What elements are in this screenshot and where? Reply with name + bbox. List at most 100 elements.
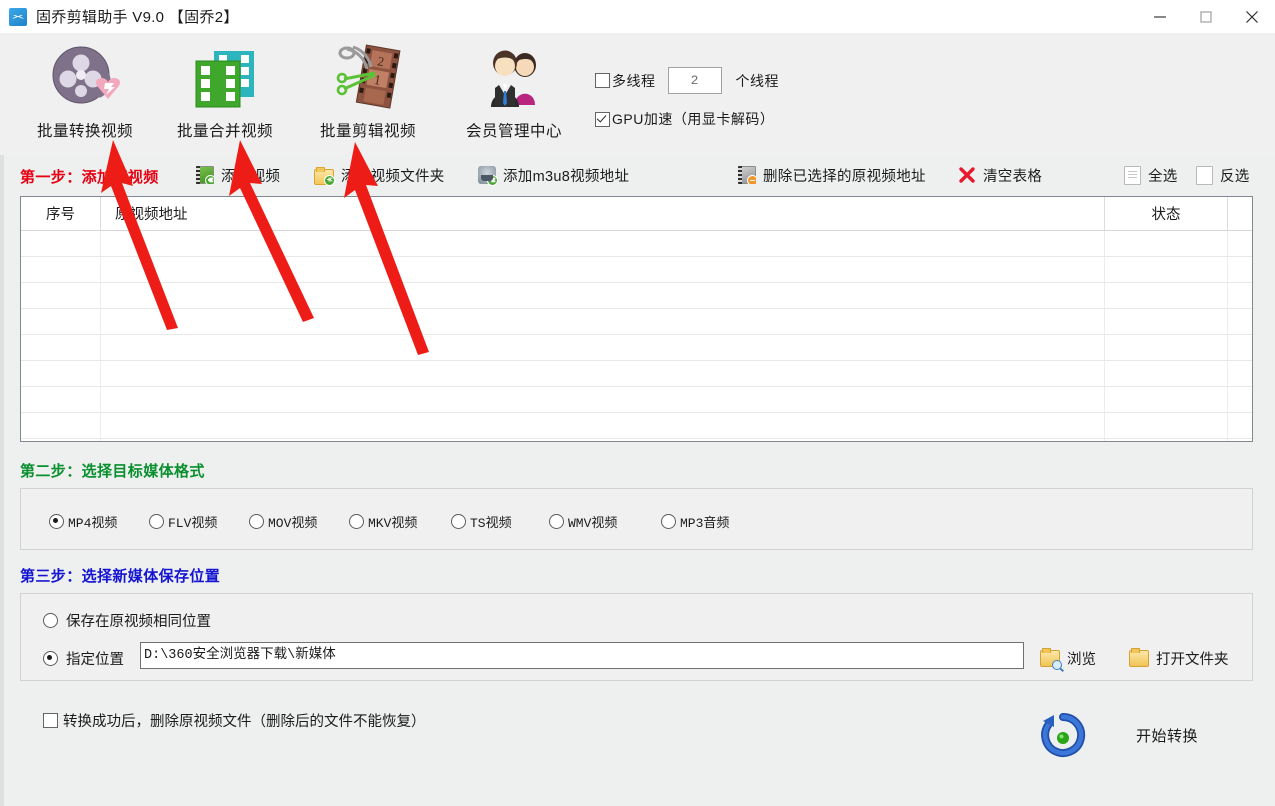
format-option-mp4[interactable]: MP4视频 [49, 512, 117, 531]
select-all-label: 全选 [1148, 165, 1178, 186]
browse-button[interactable]: 浏览 [1040, 648, 1096, 669]
save-same-location-option[interactable]: 保存在原视频相同位置 [43, 610, 211, 631]
table-row[interactable] [21, 439, 1252, 441]
step1-action-row: 添加视频 添加视频文件夹 添加m3u8视频地址 删除已选择的原视频地址 清空表格… [0, 161, 1275, 191]
format-group-box: MP4视频 FLV视频 MOV视频 MKV视频 TS视频 WMV视频 MP3音频 [20, 488, 1253, 550]
table-cell [1227, 335, 1252, 360]
add-folder-icon [314, 169, 334, 185]
delete-selected-label: 删除已选择的原视频地址 [763, 165, 926, 186]
table-header-status[interactable]: 状态 [1104, 197, 1227, 230]
table-header-spacer [1227, 197, 1252, 230]
toolbar-button-convert-video[interactable]: 批量转换视频 [20, 39, 150, 151]
format-option-wmv[interactable]: WMV视频 [549, 512, 617, 531]
table-cell [101, 413, 1104, 438]
minimize-button[interactable] [1137, 0, 1183, 33]
format-radio-mov[interactable] [249, 514, 264, 529]
table-row[interactable] [21, 335, 1252, 361]
add-folder-button[interactable]: 添加视频文件夹 [314, 161, 445, 189]
table-cell [1227, 309, 1252, 334]
close-button[interactable] [1229, 0, 1275, 33]
save-same-location-radio[interactable] [43, 613, 58, 628]
step3-title: 第三步：选择新媒体保存位置 [20, 565, 220, 586]
table-cell [1227, 361, 1252, 386]
gpu-row: GPU加速（用显卡解码） [595, 109, 774, 129]
add-video-label: 添加视频 [221, 165, 280, 186]
table-row[interactable] [21, 309, 1252, 335]
toolbar-button-edit-video[interactable]: 2 1 批量剪辑视频 [303, 39, 433, 151]
start-convert-button[interactable]: 开始转换 [1040, 712, 1198, 758]
format-radio-mkv[interactable] [349, 514, 364, 529]
format-option-mkv[interactable]: MKV视频 [349, 512, 417, 531]
select-all-icon [1124, 166, 1141, 185]
table-cell [101, 309, 1104, 334]
table-header-index[interactable]: 序号 [21, 197, 101, 230]
table-cell [101, 257, 1104, 282]
table-cell [21, 257, 101, 282]
clear-table-button[interactable]: 清空表格 [958, 161, 1042, 189]
format-label-mp3: MP3音频 [680, 512, 729, 531]
toolbar-label-edit-video: 批量剪辑视频 [320, 119, 416, 141]
format-radio-mp4[interactable] [49, 514, 64, 529]
table-cell [1104, 361, 1227, 386]
format-option-ts[interactable]: TS视频 [451, 512, 512, 531]
window-title: 固乔剪辑助手 V9.0 【固乔2】 [36, 6, 239, 27]
select-all-button[interactable]: 全选 [1124, 161, 1178, 189]
add-m3u8-icon [478, 166, 496, 184]
format-label-mkv: MKV视频 [368, 512, 417, 531]
table-cell [1227, 439, 1252, 441]
thread-count-input[interactable]: 2 [668, 67, 722, 94]
maximize-button[interactable] [1183, 0, 1229, 33]
table-cell [21, 413, 101, 438]
save-custom-location-label: 指定位置 [66, 648, 124, 669]
table-row[interactable] [21, 283, 1252, 309]
table-row[interactable] [21, 257, 1252, 283]
table-row[interactable] [21, 387, 1252, 413]
table-cell [101, 361, 1104, 386]
toolbar-button-members[interactable]: 会员管理中心 [449, 39, 579, 151]
multithread-checkbox[interactable] [595, 73, 610, 88]
delete-source-after-checkbox[interactable] [43, 713, 58, 728]
format-radio-ts[interactable] [451, 514, 466, 529]
table-row[interactable] [21, 413, 1252, 439]
delete-source-after-option[interactable]: 转换成功后，删除原视频文件（删除后的文件不能恢复） [43, 710, 426, 731]
folder-open-icon [1129, 650, 1149, 667]
video-list-table[interactable]: 序号 原视频地址 状态 [20, 196, 1253, 442]
save-path-input[interactable]: D:\360安全浏览器下载\新媒体 [140, 642, 1024, 669]
table-cell [1104, 283, 1227, 308]
table-cell [1104, 231, 1227, 256]
format-radio-mp3[interactable] [661, 514, 676, 529]
format-label-mov: MOV视频 [268, 512, 317, 531]
toolbar-label-members: 会员管理中心 [466, 119, 562, 141]
save-custom-location-radio[interactable] [43, 651, 58, 666]
invert-selection-button[interactable]: 反选 [1196, 161, 1250, 189]
title-bar: 固乔剪辑助手 V9.0 【固乔2】 [0, 0, 1275, 34]
folder-search-icon [1040, 650, 1060, 667]
table-row[interactable] [21, 361, 1252, 387]
gpu-accel-checkbox[interactable] [595, 112, 610, 127]
main-toolbar: 批量转换视频 批量合并视频 [0, 33, 1275, 155]
add-m3u8-button[interactable]: 添加m3u8视频地址 [478, 161, 629, 189]
multithread-row: 多线程 2 个线程 [595, 67, 779, 94]
table-cell [1104, 413, 1227, 438]
format-option-mov[interactable]: MOV视频 [249, 512, 317, 531]
table-cell [1227, 257, 1252, 282]
invert-selection-icon [1196, 166, 1213, 185]
format-radio-wmv[interactable] [549, 514, 564, 529]
table-row[interactable] [21, 231, 1252, 257]
table-cell [1104, 439, 1227, 441]
table-cell [1227, 231, 1252, 256]
add-video-button[interactable]: 添加视频 [196, 161, 280, 189]
open-folder-button[interactable]: 打开文件夹 [1129, 648, 1229, 669]
format-option-mp3[interactable]: MP3音频 [661, 512, 729, 531]
members-icon [477, 39, 551, 117]
delete-selected-button[interactable]: 删除已选择的原视频地址 [738, 161, 926, 189]
app-logo-icon [9, 8, 27, 26]
format-option-flv[interactable]: FLV视频 [149, 512, 217, 531]
film-reel-convert-icon [48, 39, 122, 117]
format-label-wmv: WMV视频 [568, 512, 617, 531]
merge-filmstrips-icon [188, 39, 262, 117]
format-radio-flv[interactable] [149, 514, 164, 529]
save-custom-location-option[interactable]: 指定位置 [43, 648, 124, 669]
table-header-source-path[interactable]: 原视频地址 [101, 197, 1104, 230]
toolbar-button-merge-video[interactable]: 批量合并视频 [160, 39, 290, 151]
